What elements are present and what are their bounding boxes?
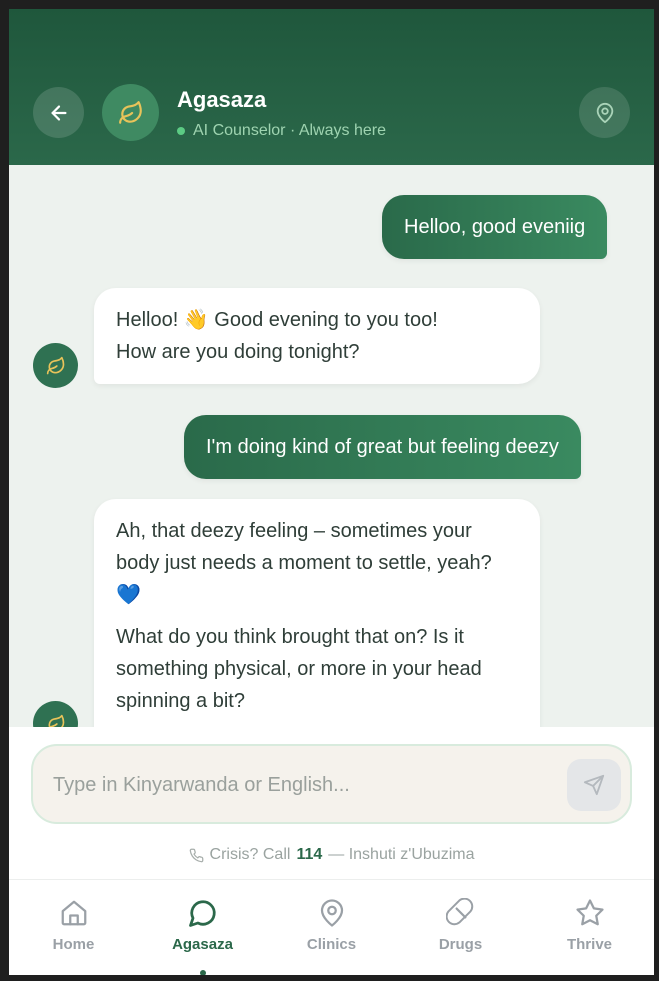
- message-text: I'm doing kind of great but feeling deez…: [206, 435, 559, 458]
- message-list[interactable]: Helloo, good eveniig Helloo! 👋 Good even…: [9, 165, 654, 727]
- home-icon: [61, 900, 86, 926]
- nav-label: Home: [52, 936, 95, 953]
- message-line: Helloo! 👋 Good evening to you too!: [116, 309, 438, 331]
- user-message: Helloo, good eveniig: [382, 195, 608, 259]
- send-button[interactable]: [567, 759, 621, 811]
- counselor-avatar: [102, 84, 159, 141]
- chat-status: AI Counselor · Always here: [177, 122, 386, 140]
- app-frame: Agasaza AI Counselor · Always here Hello…: [9, 9, 654, 975]
- nav-item-agasaza[interactable]: Agasaza: [138, 880, 267, 975]
- nav-item-home[interactable]: Home: [9, 880, 138, 975]
- leaf-icon: [118, 100, 142, 124]
- chat-icon: [188, 900, 216, 927]
- status-text: AI Counselor · Always here: [193, 122, 386, 139]
- back-button[interactable]: [33, 87, 84, 138]
- pill-icon: [445, 898, 473, 926]
- user-message: I'm doing kind of great but feeling deez…: [184, 415, 581, 479]
- crisis-suffix: — Inshuti z'Ubuzima: [328, 846, 475, 863]
- nav-label: Thrive: [566, 936, 612, 953]
- star-icon: [575, 899, 604, 926]
- crisis-line: Crisis? Call 114 — Inshuti z'Ubuzima: [9, 846, 654, 864]
- map-pin-icon: [596, 102, 613, 123]
- message-paragraph: Ah, that deezy feeling – sometimes your …: [116, 520, 492, 606]
- nav-label: Drugs: [438, 936, 483, 953]
- chat-title: Agasaza: [177, 87, 267, 112]
- map-pin-icon: [320, 899, 343, 927]
- bot-avatar: [33, 343, 78, 388]
- composer-area: Crisis? Call 114 — Inshuti z'Ubuzima: [9, 727, 654, 879]
- composer-box: [31, 744, 632, 824]
- crisis-prefix: Crisis? Call: [209, 846, 291, 863]
- leaf-icon: [46, 356, 64, 374]
- bot-avatar: [33, 701, 78, 727]
- send-icon: [583, 774, 605, 796]
- nav-item-drugs[interactable]: Drugs: [396, 880, 525, 975]
- message-paragraph: What do you think brought that on? Is it…: [116, 626, 482, 712]
- crisis-number[interactable]: 114: [296, 846, 322, 864]
- message-input[interactable]: [53, 770, 553, 800]
- nav-label: Agasaza: [172, 936, 233, 953]
- arrow-left-icon: [50, 104, 67, 121]
- location-button[interactable]: [579, 87, 630, 138]
- nav-item-clinics[interactable]: Clinics: [267, 880, 396, 975]
- bot-message: Ah, that deezy feeling – sometimes your …: [94, 499, 540, 727]
- nav-item-thrive[interactable]: Thrive: [525, 880, 654, 975]
- online-indicator: [177, 127, 185, 135]
- bottom-nav: Home Agasaza Clinics Drugs Thrive: [9, 879, 654, 975]
- message-line: How are you doing tonight?: [116, 341, 360, 363]
- phone-icon: [189, 848, 203, 862]
- bot-message: Helloo! 👋 Good evening to you too! How a…: [94, 288, 540, 384]
- active-indicator: [199, 970, 206, 975]
- chat-header: Agasaza AI Counselor · Always here: [9, 9, 654, 165]
- leaf-icon: [47, 714, 64, 727]
- nav-label: Clinics: [306, 936, 357, 953]
- message-text: Helloo, good eveniig: [404, 215, 586, 238]
